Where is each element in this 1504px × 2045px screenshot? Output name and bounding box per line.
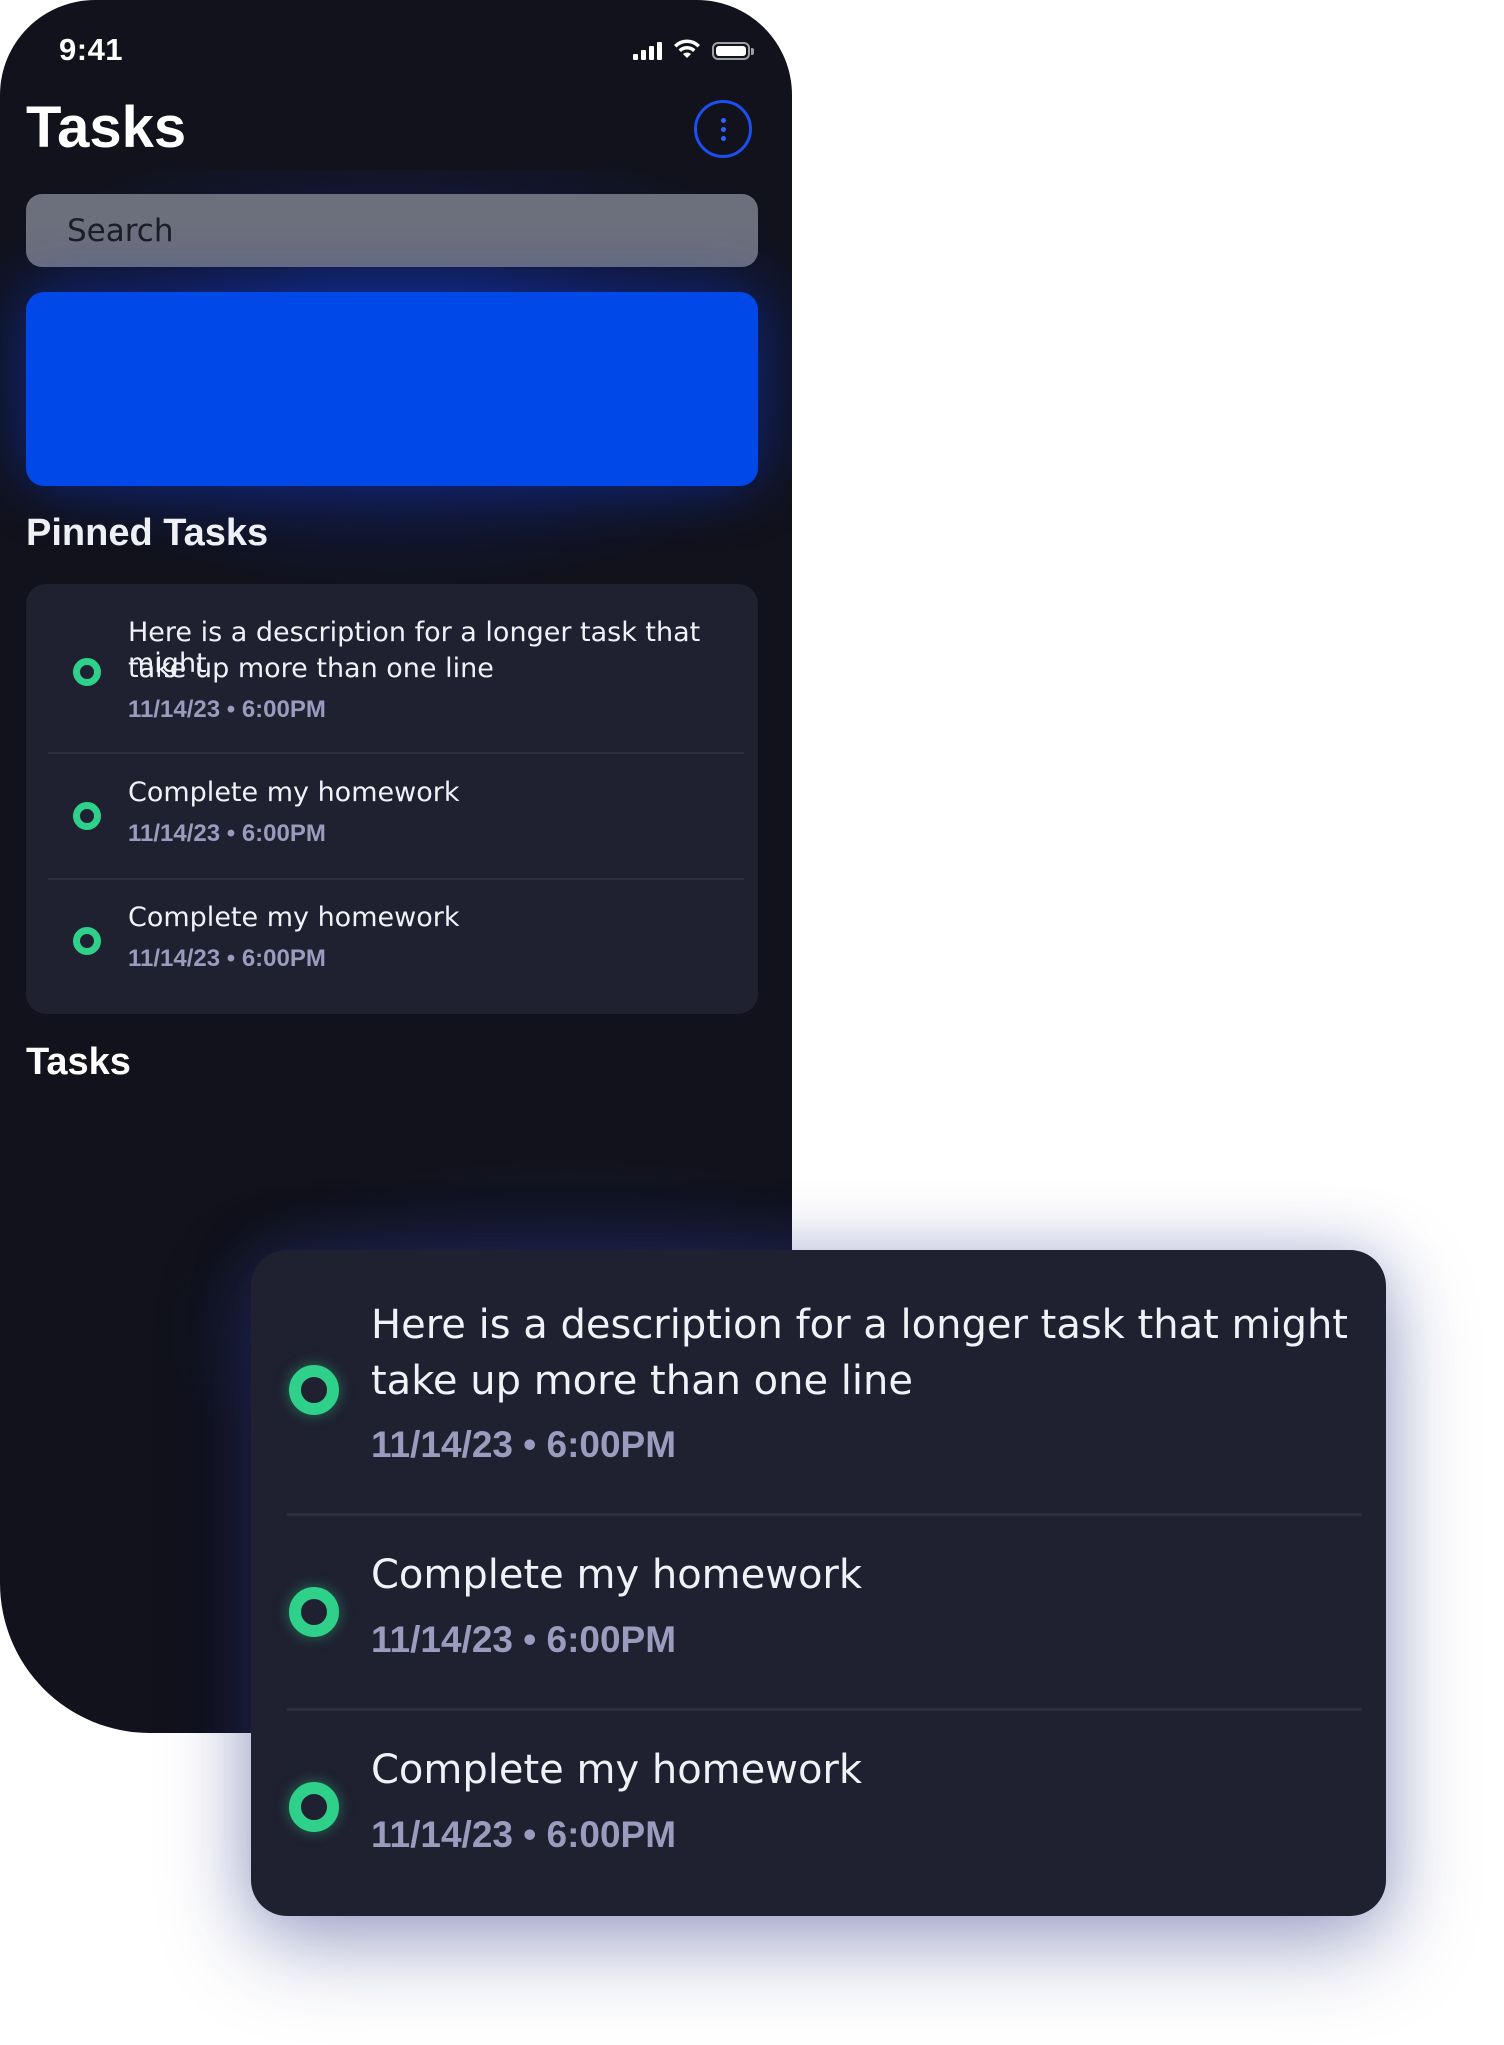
featured-banner[interactable] bbox=[26, 292, 758, 486]
task-item[interactable]: Here is a description for a longer task … bbox=[48, 584, 742, 752]
search-input[interactable] bbox=[65, 211, 709, 250]
pinned-tasks-card-zoomed: Here is a description for a longer task … bbox=[251, 1250, 1386, 1916]
task-datetime: 11/14/23 • 6:00PM bbox=[128, 945, 326, 972]
task-title-line: take up more than one line bbox=[371, 1358, 913, 1404]
status-ring-icon[interactable] bbox=[289, 1587, 339, 1637]
more-options-button[interactable] bbox=[694, 100, 752, 158]
task-title: Complete my homework bbox=[371, 1552, 863, 1598]
task-datetime: 11/14/23 • 6:00PM bbox=[371, 1424, 677, 1465]
task-title: Complete my homework bbox=[371, 1747, 863, 1793]
tasks-heading: Tasks bbox=[26, 1041, 131, 1083]
battery-icon bbox=[712, 42, 754, 60]
task-datetime: 11/14/23 • 6:00PM bbox=[371, 1814, 677, 1855]
task-title: Complete my homework bbox=[128, 902, 460, 933]
status-ring-icon[interactable] bbox=[73, 927, 101, 955]
status-ring-icon[interactable] bbox=[289, 1365, 339, 1415]
task-datetime: 11/14/23 • 6:00PM bbox=[128, 696, 326, 723]
task-item[interactable]: Complete my homework 11/14/23 • 6:00PM bbox=[251, 1516, 1386, 1708]
search-bar[interactable] bbox=[26, 194, 758, 267]
task-item[interactable]: Complete my homework 11/14/23 • 6:00PM bbox=[48, 754, 742, 878]
more-vertical-icon bbox=[720, 117, 726, 123]
task-item[interactable]: Complete my homework 11/14/23 • 6:00PM bbox=[251, 1711, 1386, 1911]
status-ring-icon[interactable] bbox=[289, 1782, 339, 1832]
task-title: Complete my homework bbox=[128, 777, 460, 808]
task-datetime: 11/14/23 • 6:00PM bbox=[128, 820, 326, 847]
task-title-line: take up more than one line bbox=[128, 653, 494, 684]
canvas: 9:41 Tasks Search Pinned Tasks Here is a… bbox=[0, 0, 1504, 2045]
task-item[interactable]: Here is a description for a longer task … bbox=[251, 1250, 1386, 1514]
task-datetime: 11/14/23 • 6:00PM bbox=[371, 1619, 677, 1660]
status-ring-icon[interactable] bbox=[73, 802, 101, 830]
status-ring-icon[interactable] bbox=[73, 658, 101, 686]
pinned-tasks-heading: Pinned Tasks bbox=[26, 512, 269, 554]
pinned-tasks-card: Here is a description for a longer task … bbox=[26, 584, 758, 1014]
task-title-line: Here is a description for a longer task … bbox=[371, 1302, 1348, 1348]
status-bar: 9:41 bbox=[0, 0, 792, 100]
wifi-icon bbox=[674, 39, 700, 58]
task-item[interactable]: Complete my homework 11/14/23 • 6:00PM bbox=[48, 880, 742, 1004]
page-title: Tasks bbox=[26, 95, 187, 160]
status-time: 9:41 bbox=[59, 32, 124, 67]
status-icons bbox=[633, 38, 754, 60]
signal-icon bbox=[633, 40, 662, 60]
